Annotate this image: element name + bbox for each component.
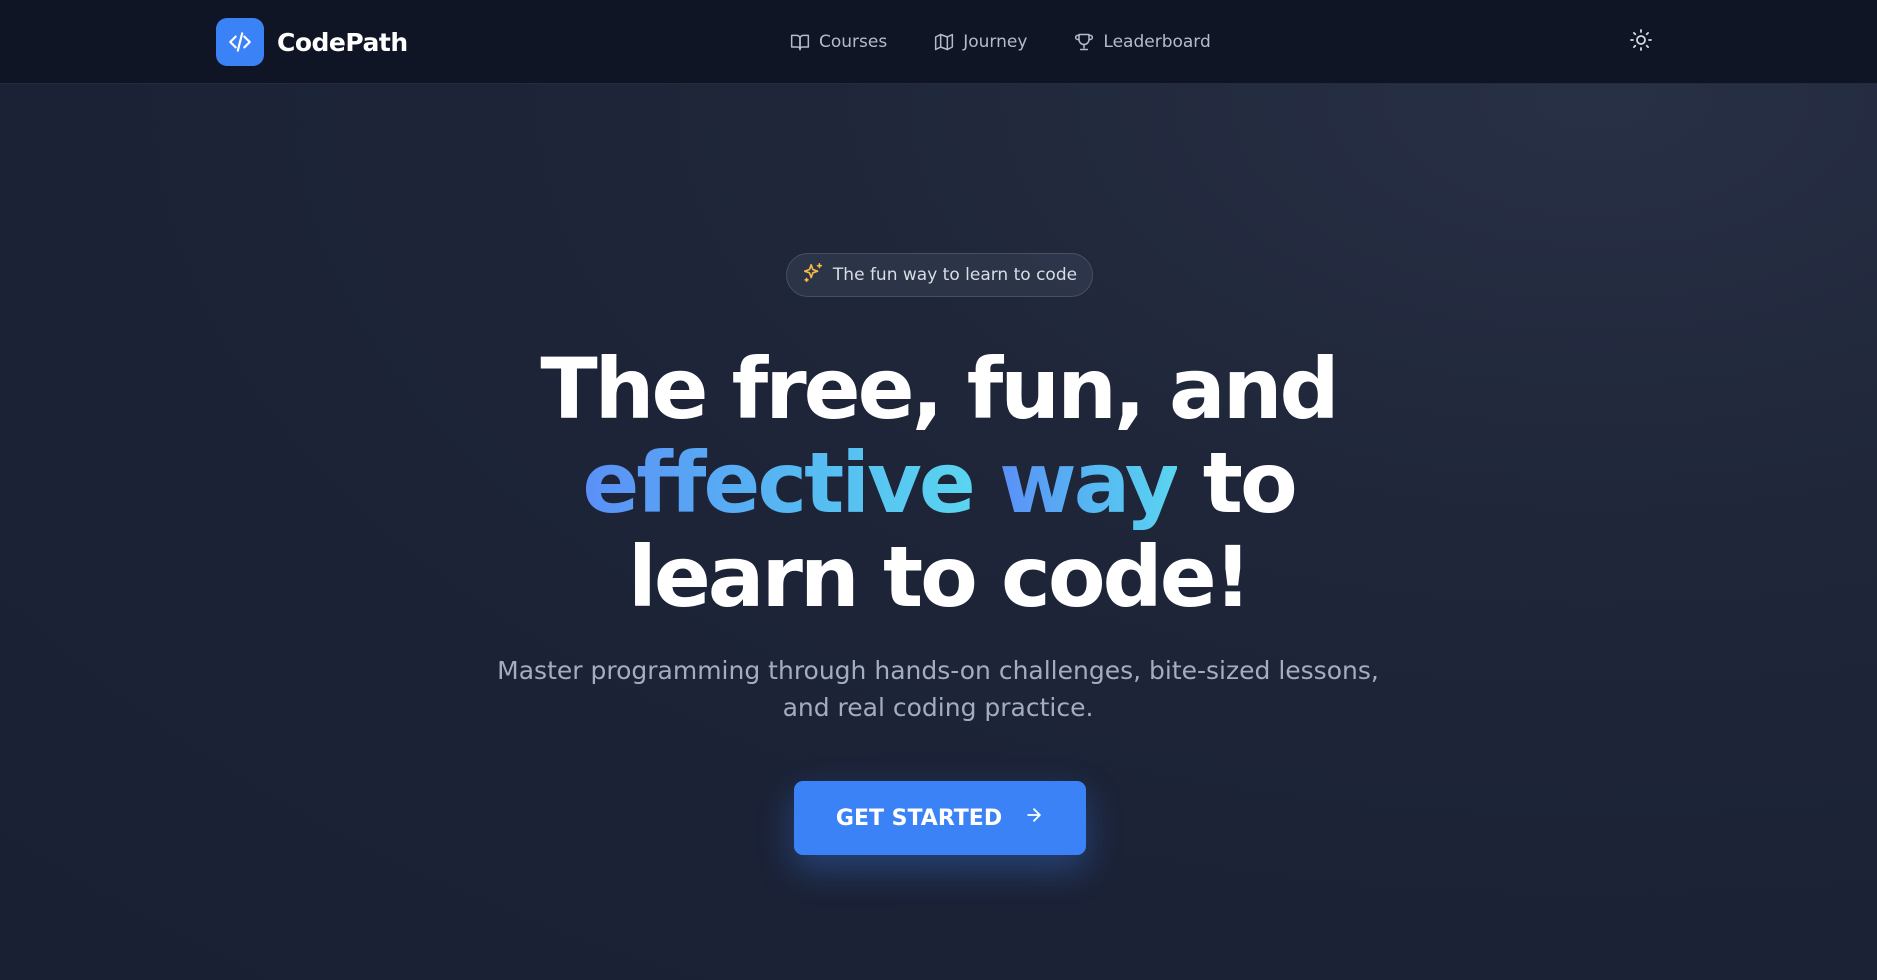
nav-label-leaderboard: Leaderboard <box>1103 32 1211 52</box>
headline-line-3: learn to code! <box>628 528 1252 626</box>
headline-highlight-effective: effective <box>582 434 975 532</box>
sun-icon <box>1629 28 1653 56</box>
nav-item-journey[interactable]: Journey <box>934 32 1027 52</box>
nav-label-courses: Courses <box>819 32 888 52</box>
brand-link[interactable]: CodePath <box>216 18 408 66</box>
headline-line-1: The free, fun, and <box>540 340 1339 438</box>
brand-name: CodePath <box>277 27 408 57</box>
hero-headline: The free, fun, and effective way to lear… <box>0 342 1877 624</box>
nav-item-leaderboard[interactable]: Leaderboard <box>1074 32 1211 52</box>
hero-subheadline: Master programming through hands-on chal… <box>497 656 1379 722</box>
get-started-label: GET STARTED <box>835 805 1003 831</box>
headline-line-2-rest: to <box>1202 434 1298 532</box>
hero-section: The fun way to learn to code The free, f… <box>0 84 1877 980</box>
code-brackets-icon <box>216 18 264 66</box>
main-nav: Courses Journey Leaderboard <box>790 0 1258 84</box>
nav-label-journey: Journey <box>963 32 1028 52</box>
map-icon <box>934 32 954 52</box>
nav-item-courses[interactable]: Courses <box>790 32 887 52</box>
book-icon <box>790 32 810 52</box>
headline-highlight-way: way <box>999 434 1179 532</box>
tagline-badge: The fun way to learn to code <box>786 253 1093 297</box>
theme-toggle-button[interactable] <box>1626 27 1656 57</box>
arrow-right-icon <box>1024 805 1044 831</box>
top-navbar: CodePath Courses Journey Leaderboard <box>0 0 1877 84</box>
tagline-text: The fun way to learn to code <box>832 265 1078 285</box>
trophy-icon <box>1074 32 1094 52</box>
get-started-button[interactable]: GET STARTED <box>794 781 1086 855</box>
sparkles-icon <box>802 262 824 289</box>
